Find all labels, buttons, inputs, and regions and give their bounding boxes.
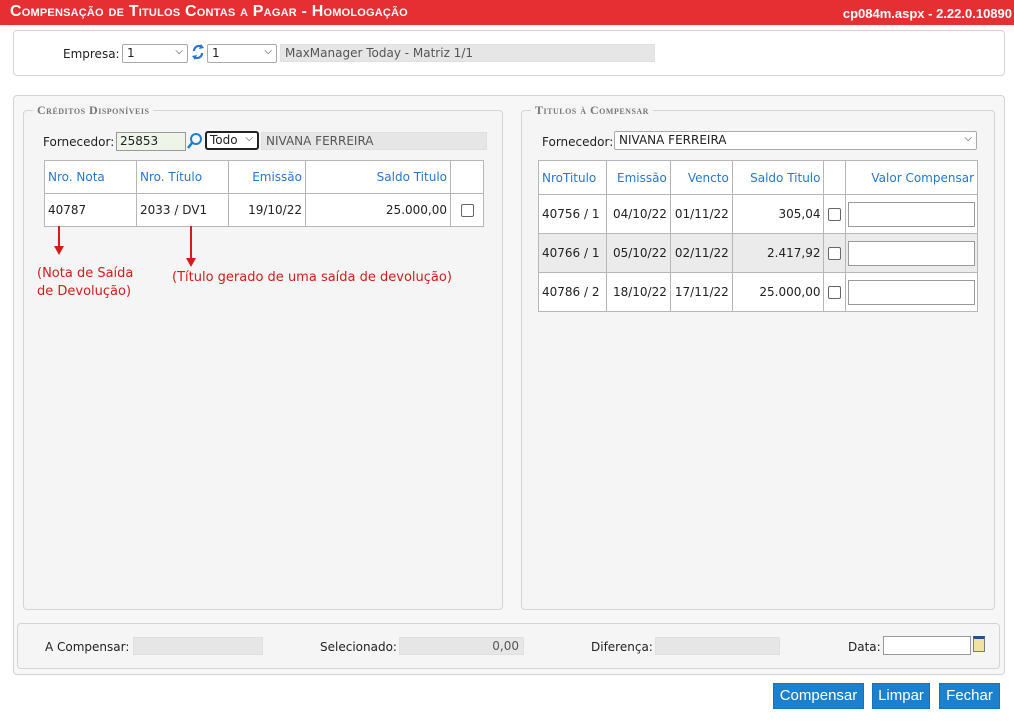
window-title: Compensação de Titulos Contas a Pagar - … (10, 3, 408, 20)
annotation-arrow-1 (58, 226, 60, 246)
row-checkbox[interactable] (828, 286, 842, 299)
valor-compensar-cell (845, 194, 978, 234)
col-select (823, 160, 847, 195)
calendar-icon[interactable] (973, 636, 985, 652)
valor-compensar-cell (845, 272, 978, 312)
valor-compensar-input[interactable] (848, 279, 975, 305)
a-compensar-field (133, 637, 263, 655)
empresa-name-field: MaxManager Today - Matriz 1/1 (280, 44, 655, 62)
table-row: 40756 / 1 04/10/22 01/11/22 305,04 (538, 194, 978, 234)
fornecedor-label: Fornecedor: (43, 135, 115, 149)
empresa-filial-select[interactable]: 1 ⌵ (207, 44, 277, 63)
col-nro-titulo[interactable]: Nro. Título (136, 160, 229, 194)
valor-compensar-input[interactable] (848, 240, 975, 266)
table-row: 40787 2033 / DV1 19/10/22 25.000,00 (44, 193, 484, 227)
annotation-note-2: (Título gerado de uma saída de devolução… (172, 270, 452, 285)
empresa-select[interactable]: 1 ⌵ (122, 44, 188, 63)
creditos-fieldset: Créditos Disponíveis Fornecedor: 25853 T… (23, 103, 503, 610)
row-checkbox[interactable] (828, 208, 842, 221)
table-header-row: Nro. Nota Nro. Título Emissão Saldo Titu… (44, 160, 484, 194)
valor-compensar-cell (845, 233, 978, 273)
cell-emissao: 04/10/22 (605, 194, 671, 234)
empresa-label: Empresa: (63, 47, 120, 61)
data-input[interactable] (883, 636, 971, 655)
empresa-panel: Empresa: 1 ⌵ 1 ⌵ MaxManager Today - Matr… (13, 30, 1005, 76)
col-emissao[interactable]: Emissão (228, 160, 306, 194)
col-valor-compensar[interactable]: Valor Compensar (845, 160, 978, 195)
filter-select-value: Todo (210, 133, 238, 147)
col-nro-titulo[interactable]: NroTitulo (538, 160, 607, 195)
cell-nota: 40787 (44, 193, 137, 227)
cell-nro: 40766 / 1 (538, 233, 607, 273)
titulos-table: NroTitulo Emissão Vencto Saldo Titulo Va… (538, 160, 978, 312)
row-checkbox-cell (823, 272, 847, 312)
titulos-legend: Titulos à Compensar (531, 103, 653, 118)
cell-emissao: 18/10/22 (605, 272, 671, 312)
chevron-down-icon: ⌵ (264, 46, 272, 57)
filial-select-value: 1 (212, 46, 220, 60)
table-row: 40786 / 2 18/10/22 17/11/22 25.000,00 (538, 272, 978, 312)
row-checkbox-cell (823, 194, 847, 234)
cell-emissao: 19/10/22 (228, 193, 306, 227)
version-label: cp084m.aspx - 2.22.0.10890 (842, 6, 1012, 21)
cell-vencto: 02/11/22 (669, 233, 733, 273)
cell-saldo: 25.000,00 (305, 193, 451, 227)
compensar-button[interactable]: Compensar (773, 683, 864, 709)
fornecedor-label: Fornecedor: (542, 135, 614, 149)
selecionado-label: Selecionado: (320, 640, 397, 654)
empresa-select-value: 1 (127, 46, 135, 60)
diferenca-field (655, 637, 780, 655)
row-checkbox-cell (823, 233, 847, 273)
fornecedor-select-value: NIVANA FERREIRA (619, 133, 727, 147)
cell-saldo: 25.000,00 (731, 272, 825, 312)
chevron-down-icon: ⌵ (964, 133, 972, 144)
titulos-fieldset: Titulos à Compensar Fornecedor: NIVANA F… (521, 103, 995, 610)
creditos-legend: Créditos Disponíveis (33, 103, 154, 118)
creditos-table: Nro. Nota Nro. Título Emissão Saldo Titu… (44, 160, 484, 227)
table-row: 40766 / 1 05/10/22 02/11/22 2.417,92 (538, 233, 978, 273)
valor-compensar-input[interactable] (848, 201, 975, 227)
limpar-button[interactable]: Limpar (872, 683, 930, 709)
row-checkbox[interactable] (460, 204, 474, 217)
fornecedor-select[interactable]: NIVANA FERREIRA ⌵ (614, 131, 977, 150)
chevron-down-icon: ⌵ (175, 46, 183, 57)
fornecedor-name-field: NIVANA FERREIRA (261, 132, 487, 150)
fornecedor-code-value: 25853 (120, 134, 159, 148)
chevron-down-icon: ⌵ (245, 133, 253, 144)
data-label: Data: (848, 640, 881, 654)
search-icon[interactable] (187, 132, 203, 153)
col-emissao[interactable]: Emissão (605, 160, 671, 195)
selecionado-field: 0,00 (399, 637, 524, 655)
cell-emissao: 05/10/22 (605, 233, 671, 273)
table-header-row: NroTitulo Emissão Vencto Saldo Titulo Va… (538, 160, 978, 195)
annotation-arrowhead-2 (186, 258, 196, 267)
col-nro-nota[interactable]: Nro. Nota (44, 160, 137, 194)
totals-panel: A Compensar: Selecionado: 0,00 Diferença… (17, 623, 1000, 669)
a-compensar-label: A Compensar: (45, 640, 130, 654)
col-saldo-titulo[interactable]: Saldo Titulo (731, 160, 825, 195)
cell-vencto: 17/11/22 (669, 272, 733, 312)
refresh-icon[interactable] (191, 42, 205, 62)
title-bar: Compensação de Titulos Contas a Pagar - … (0, 0, 1014, 25)
row-checkbox[interactable] (828, 247, 842, 260)
row-checkbox-cell (450, 193, 484, 227)
diferenca-label: Diferença: (591, 640, 653, 654)
col-select (450, 160, 484, 194)
cell-vencto: 01/11/22 (669, 194, 733, 234)
cell-titulo: 2033 / DV1 (136, 193, 229, 227)
fechar-button[interactable]: Fechar (939, 683, 1000, 709)
filter-select[interactable]: Todo ⌵ (205, 131, 259, 150)
col-saldo-titulo[interactable]: Saldo Titulo (305, 160, 451, 194)
cell-nro: 40786 / 2 (538, 272, 607, 312)
col-vencto[interactable]: Vencto (669, 160, 733, 195)
cell-saldo: 305,04 (731, 194, 825, 234)
cell-saldo: 2.417,92 (731, 233, 825, 273)
annotation-arrowhead-1 (54, 246, 64, 255)
annotation-arrow-2 (190, 226, 192, 258)
cell-nro: 40756 / 1 (538, 194, 607, 234)
annotation-note-1: (Nota de Saída de Devolução) (37, 266, 134, 299)
fornecedor-code-input[interactable]: 25853 (116, 132, 186, 151)
